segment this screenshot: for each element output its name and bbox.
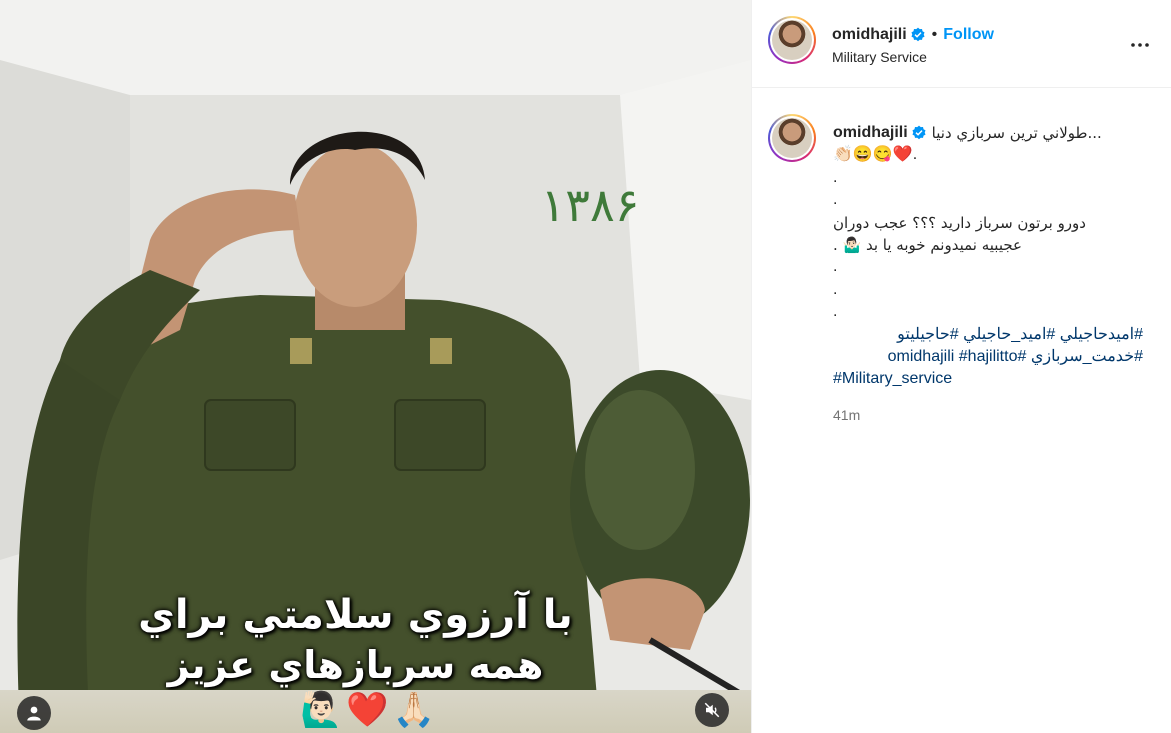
caption-title: ...طولاني ترين سربازي دنيا [931,124,1102,142]
avatar[interactable] [768,16,816,64]
location-link[interactable]: Military Service [832,49,927,65]
follow-button[interactable]: Follow [943,26,994,44]
post-side-panel: omidhajili • Follow Military Service omi… [751,0,1171,733]
verified-badge-icon [912,125,926,140]
caption-text-line: دورو برتون سرباز داريد ؟؟؟ عجب دوران [833,213,1086,232]
caption-avatar[interactable] [768,114,816,162]
overlay-caption-line-1: با آرزوي سلامتي براي [138,592,573,638]
speaker-muted-icon [704,702,720,718]
caption-emojis: 👏🏻😄😋❤️. [833,146,918,164]
more-dots-icon [1131,43,1149,47]
year-overlay-text: ۱۳۸۶ [540,178,640,232]
mute-button[interactable] [695,693,729,727]
caption-username[interactable]: omidhajili [833,122,908,144]
caption-first-line: omidhajili ...طولاني ترين سربازي دنيا [833,122,1143,144]
hashtag-line[interactable]: #اميدحاجيلي #اميد_حاجيلي #حاجيليتو [833,324,1143,346]
verified-badge-icon [911,27,925,42]
header-username[interactable]: omidhajili [832,26,907,44]
header-separator: • [931,26,938,43]
caption-dot: . [833,191,838,209]
hashtag-line[interactable]: #خدمت_سربازي #omidhajili #hajilitto [833,346,1143,368]
caption: omidhajili ...طولاني ترين سربازي دنيا 👏🏻… [833,122,1143,426]
hashtag-line[interactable]: #Military_service [833,368,1143,390]
post-media[interactable]: ۱۳۸۶ با آرزوي سلامتي براي همه سربازهاي ع… [0,0,751,733]
caption-dot: . [833,303,838,321]
caption-text-line: عجيبيه نميدونم خوبه يا بد 🤷🏻‍♂️ . [833,236,1022,255]
overlay-emoji-row: 🙋🏻‍♂️❤️🙏🏻 [300,691,440,729]
post-header: omidhajili • Follow Military Service [752,0,1171,88]
overlay-caption-line-2: همه سربازهاي عزيز [167,643,544,687]
tagged-users-button[interactable] [17,696,51,730]
caption-dot: . [833,258,838,276]
caption-dot: . [833,168,838,186]
post-timestamp[interactable]: 41m [833,404,1143,426]
caption-dot: . [833,280,838,298]
person-icon [27,706,41,721]
header-user-row: omidhajili • Follow [832,26,994,44]
more-options-button[interactable] [1128,33,1152,62]
